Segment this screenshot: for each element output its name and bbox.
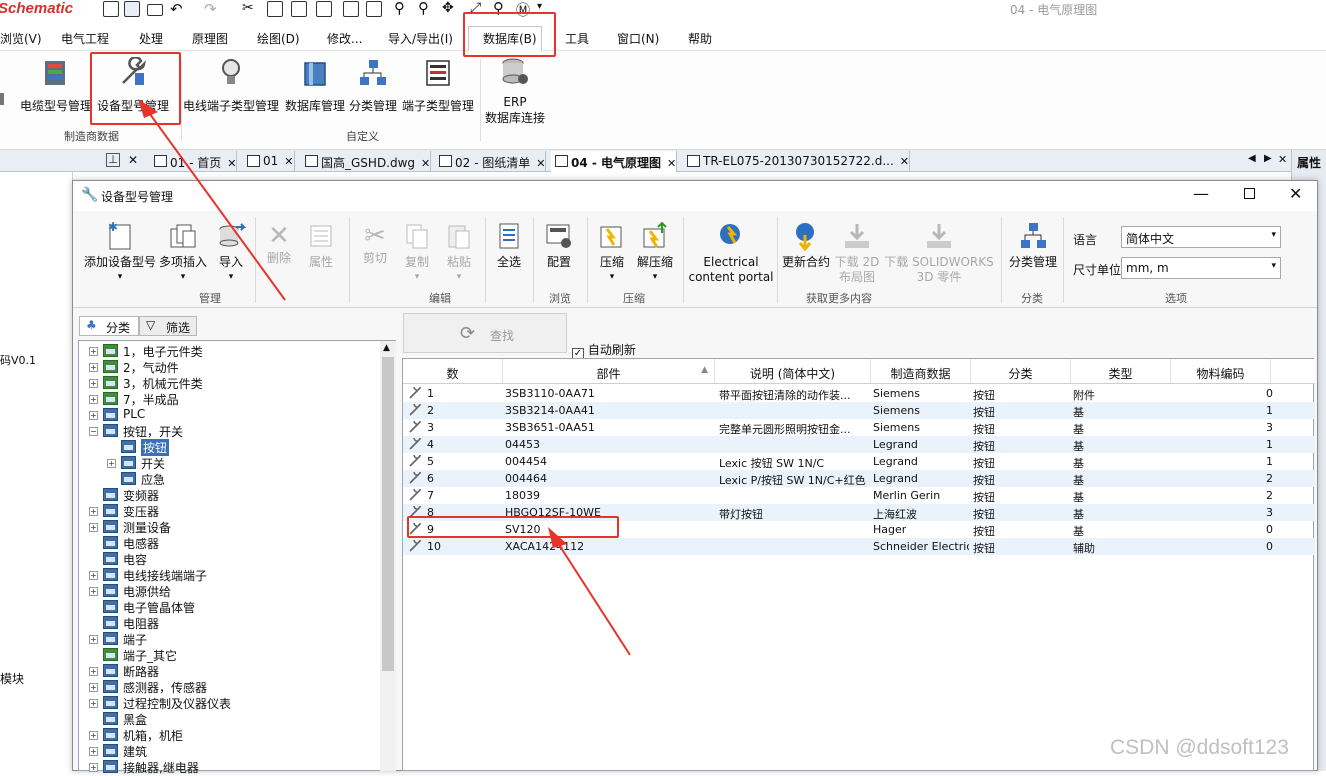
annotation-arrows [138,99,631,656]
arrow-head-2 [548,527,567,548]
arrow-line-1 [146,109,286,301]
arrow-head-1 [138,99,158,118]
arrow-line-2 [555,539,631,656]
watermark: CSDN @ddsoft123 [1110,736,1289,759]
